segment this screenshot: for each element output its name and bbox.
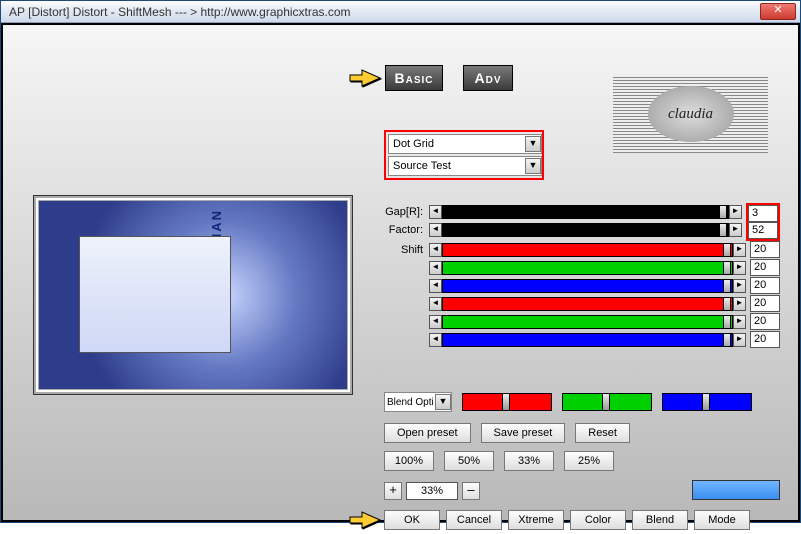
save-preset-button[interactable]: Save preset <box>481 423 566 443</box>
arrow-right-icon[interactable]: ► <box>733 279 746 293</box>
factor-label: Factor: <box>381 224 429 236</box>
shift-red-slider-row: Shift ◄ ► 20 <box>381 241 780 258</box>
arrow-left-icon[interactable]: ◄ <box>429 205 442 219</box>
zoom-25-button[interactable]: 25% <box>564 451 614 471</box>
shift-red-value[interactable]: 20 <box>750 241 780 258</box>
shift-blue2-value[interactable]: 20 <box>750 331 780 348</box>
arrow-left-icon[interactable]: ◄ <box>429 315 442 329</box>
reset-button[interactable]: Reset <box>575 423 630 443</box>
ok-button[interactable]: OK <box>384 510 440 530</box>
arrow-left-icon[interactable]: ◄ <box>429 243 442 257</box>
shift-green2-value[interactable]: 20 <box>750 313 780 330</box>
brand-logo-text: claudia <box>648 86 734 142</box>
gap-slider-row: Gap[R]: ◄ ► <box>381 203 742 220</box>
arrow-right-icon[interactable]: ► <box>729 223 742 237</box>
blend-mode-dropdown[interactable]: Blend Opti ▼ <box>384 392 452 412</box>
chevron-down-icon[interactable]: ▼ <box>525 158 541 174</box>
arrow-right-icon[interactable]: ► <box>733 297 746 311</box>
shift-blue-value[interactable]: 20 <box>750 277 780 294</box>
window-title: AP [Distort] Distort - ShiftMesh --- > h… <box>9 5 760 19</box>
chevron-down-icon[interactable]: ▼ <box>525 136 541 152</box>
close-button[interactable]: ✕ <box>760 3 796 20</box>
preview-panel: JUST A WOMAN <box>33 195 353 395</box>
preview-overlay-text: JUST A WOMAN <box>209 209 224 334</box>
shift-red2-value[interactable]: 20 <box>750 295 780 312</box>
gap-label: Gap[R]: <box>381 206 429 218</box>
zoom-50-button[interactable]: 50% <box>444 451 494 471</box>
blend-row: Blend Opti ▼ <box>384 392 752 412</box>
red-channel-slider[interactable] <box>462 393 552 411</box>
zoom-out-button[interactable]: – <box>462 482 480 500</box>
shift-blue2-slider[interactable] <box>442 333 733 347</box>
green-channel-slider[interactable] <box>562 393 652 411</box>
shift-blue-slider-row: ◄ ► 20 <box>381 277 780 294</box>
color-button[interactable]: Color <box>570 510 626 530</box>
chevron-down-icon[interactable]: ▼ <box>435 394 451 410</box>
open-preset-button[interactable]: Open preset <box>384 423 471 443</box>
preset-combo-group: Dot Grid ▼ Source Test ▼ <box>384 130 544 180</box>
blend-button[interactable]: Blend <box>632 510 688 530</box>
shift-green-slider-row: ◄ ► 20 <box>381 259 780 276</box>
color-swatch[interactable] <box>692 480 780 500</box>
gap-slider[interactable] <box>442 205 729 219</box>
arrow-right-icon[interactable]: ► <box>733 315 746 329</box>
blend-mode-value: Blend Opti <box>385 397 435 408</box>
shift-red2-slider[interactable] <box>442 297 733 311</box>
highlighted-value-group: 3 52 <box>746 203 780 241</box>
zoom-100-button[interactable]: 100% <box>384 451 434 471</box>
arrow-right-icon[interactable]: ► <box>733 333 746 347</box>
pattern-dropdown[interactable]: Dot Grid ▼ <box>388 134 542 154</box>
arrow-right-icon[interactable]: ► <box>733 243 746 257</box>
pattern-dropdown-value: Dot Grid <box>389 138 525 150</box>
preset-button-row: Open preset Save preset Reset <box>384 423 630 443</box>
mode-button[interactable]: Mode <box>694 510 750 530</box>
titlebar: AP [Distort] Distort - ShiftMesh --- > h… <box>1 1 800 23</box>
pointer-icon <box>348 509 382 531</box>
shift-blue2-slider-row: ◄ ► 20 <box>381 331 780 348</box>
sliders-panel: Gap[R]: ◄ ► Factor: ◄ ► 3 52 <box>381 203 780 349</box>
arrow-left-icon[interactable]: ◄ <box>429 279 442 293</box>
client-area: Basic Adv claudia Dot Grid ▼ Source Test… <box>1 23 800 522</box>
brand-logo: claudia <box>613 75 768 153</box>
arrow-left-icon[interactable]: ◄ <box>429 223 442 237</box>
shift-red2-slider-row: ◄ ► 20 <box>381 295 780 312</box>
arrow-right-icon[interactable]: ► <box>729 205 742 219</box>
shift-green2-slider[interactable] <box>442 315 733 329</box>
zoom-in-button[interactable]: + <box>384 482 402 500</box>
shift-label: Shift <box>381 244 429 256</box>
zoom-stepper-row: + 33% – <box>384 482 480 500</box>
arrow-left-icon[interactable]: ◄ <box>429 261 442 275</box>
shift-green-value[interactable]: 20 <box>750 259 780 276</box>
blue-channel-slider[interactable] <box>662 393 752 411</box>
preview-image: JUST A WOMAN <box>38 200 348 390</box>
factor-slider-row: Factor: ◄ ► <box>381 221 742 238</box>
adv-tab-button[interactable]: Adv <box>463 65 513 91</box>
zoom-33-button[interactable]: 33% <box>504 451 554 471</box>
arrow-left-icon[interactable]: ◄ <box>429 297 442 311</box>
cancel-button[interactable]: Cancel <box>446 510 502 530</box>
shift-blue-slider[interactable] <box>442 279 733 293</box>
zoom-preset-row: 100% 50% 33% 25% <box>384 451 614 471</box>
source-dropdown[interactable]: Source Test ▼ <box>388 156 542 176</box>
arrow-left-icon[interactable]: ◄ <box>429 333 442 347</box>
zoom-value[interactable]: 33% <box>406 482 458 500</box>
plugin-window: AP [Distort] Distort - ShiftMesh --- > h… <box>0 0 801 523</box>
shift-green-slider[interactable] <box>442 261 733 275</box>
factor-value[interactable]: 52 <box>748 222 778 239</box>
action-button-row: OK Cancel Xtreme Color Blend Mode <box>384 510 750 530</box>
pointer-icon <box>348 67 382 89</box>
xtreme-button[interactable]: Xtreme <box>508 510 564 530</box>
arrow-right-icon[interactable]: ► <box>733 261 746 275</box>
shift-red-slider[interactable] <box>442 243 733 257</box>
factor-slider[interactable] <box>442 223 729 237</box>
source-dropdown-value: Source Test <box>389 160 525 172</box>
shift-green2-slider-row: ◄ ► 20 <box>381 313 780 330</box>
basic-tab-button[interactable]: Basic <box>385 65 443 91</box>
gap-value[interactable]: 3 <box>748 205 778 222</box>
